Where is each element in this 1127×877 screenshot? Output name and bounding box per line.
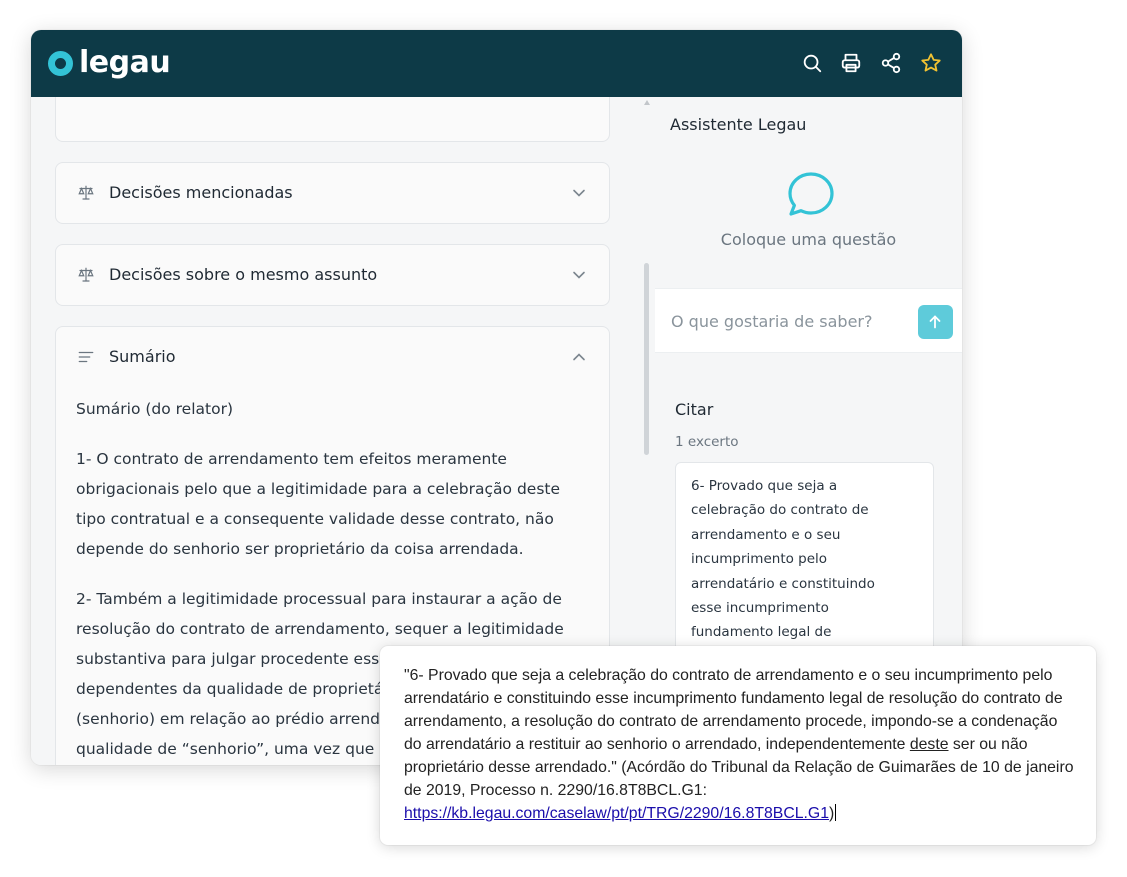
search-icon[interactable] bbox=[801, 52, 823, 74]
assistant-prompt: Coloque uma questão bbox=[720, 230, 897, 249]
panel-title: Decisões mencionadas bbox=[109, 183, 293, 202]
citations-count: 1 excerto bbox=[675, 434, 739, 450]
panel-decisions-mentioned[interactable]: Decisões mencionadas bbox=[55, 162, 610, 224]
logo-text: legau bbox=[79, 45, 171, 80]
scales-icon bbox=[77, 184, 95, 202]
logo-mark bbox=[48, 50, 73, 76]
citation-text: "6- Provado que seja a celebração do con… bbox=[404, 664, 1076, 825]
scroll-up-icon[interactable] bbox=[644, 100, 650, 105]
panel-title: Sumário bbox=[109, 347, 176, 366]
panel-header[interactable]: Decisões mencionadas bbox=[56, 163, 609, 223]
send-button[interactable] bbox=[918, 305, 953, 339]
panel-header[interactable]: Sumário bbox=[56, 327, 609, 387]
chevron-down-icon[interactable] bbox=[572, 268, 586, 282]
chevron-down-icon[interactable] bbox=[572, 186, 586, 200]
panel-header[interactable]: Decisões sobre o mesmo assunto bbox=[56, 245, 609, 305]
quote-underlined-word: deste bbox=[909, 736, 949, 753]
assistant-title: Assistente Legau bbox=[670, 115, 807, 134]
chevron-up-icon[interactable] bbox=[572, 350, 586, 364]
lines-icon bbox=[77, 348, 95, 366]
citations-title: Citar bbox=[675, 400, 714, 419]
closing-paren: ) bbox=[828, 805, 835, 822]
question-bar bbox=[655, 288, 962, 353]
print-icon[interactable] bbox=[840, 52, 862, 74]
chat-bubble-icon bbox=[786, 169, 836, 219]
app-header: legau bbox=[31, 30, 962, 97]
panel-title: Decisões sobre o mesmo assunto bbox=[109, 265, 378, 284]
logo[interactable]: legau bbox=[48, 45, 171, 81]
scrollbar-thumb[interactable] bbox=[644, 263, 649, 455]
text-cursor bbox=[835, 804, 837, 821]
case-link[interactable]: https://kb.legau.com/caselaw/pt/pt/TRG/2… bbox=[404, 805, 829, 822]
panel-decisions-same-subject[interactable]: Decisões sobre o mesmo assunto bbox=[55, 244, 610, 306]
panel-previous bbox=[55, 97, 610, 142]
share-icon[interactable] bbox=[880, 52, 902, 74]
question-input[interactable] bbox=[669, 306, 903, 336]
arrow-up-icon bbox=[929, 315, 941, 329]
scales-icon bbox=[77, 266, 95, 284]
summary-paragraph: 1- O contrato de arrendamento tem efeito… bbox=[76, 450, 561, 558]
summary-heading: Sumário (do relator) bbox=[76, 400, 233, 418]
star-icon[interactable] bbox=[920, 52, 942, 74]
citation-popup: "6- Provado que seja a celebração do con… bbox=[380, 646, 1096, 845]
